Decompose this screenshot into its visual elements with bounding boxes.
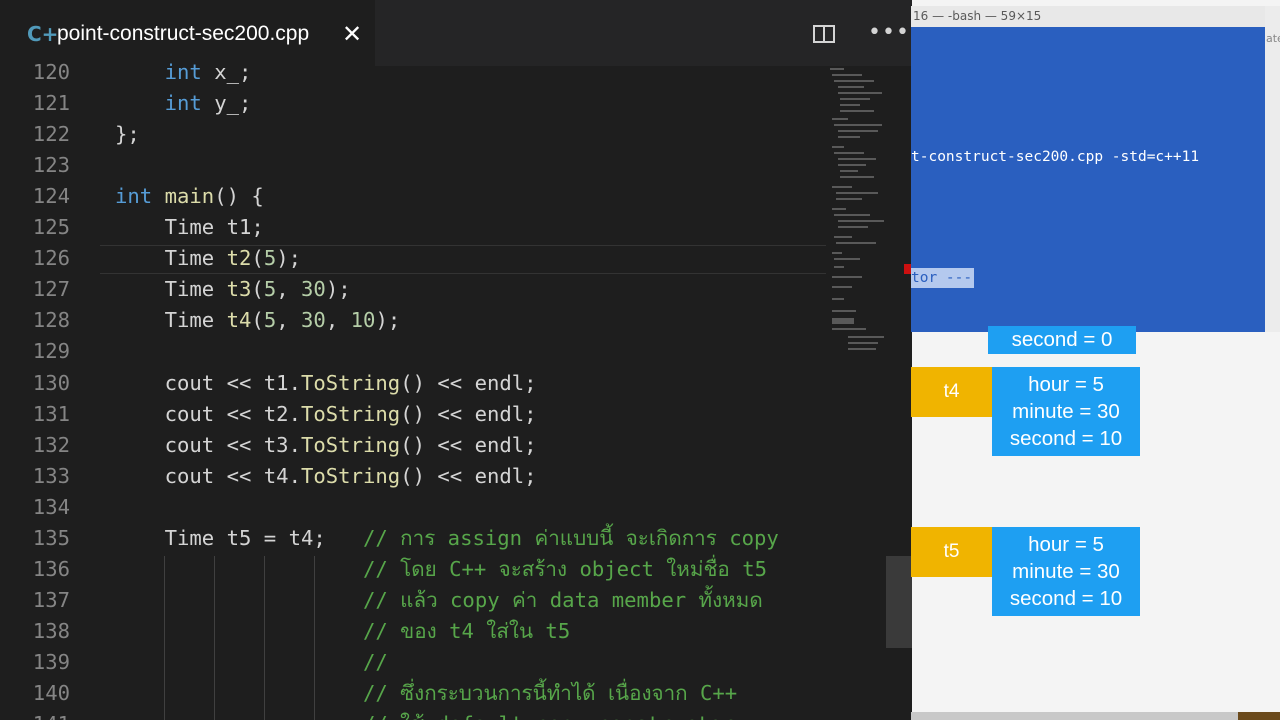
code-line[interactable]: 127 Time t3(5, 30);	[0, 274, 826, 305]
code-text: int main() {	[115, 184, 264, 209]
terminal-title-bar[interactable]: 16 — -bash — 59×15	[911, 6, 1265, 27]
terminal-window[interactable]: 16 — -bash — 59×15 t-construct-sec200.cp…	[911, 6, 1265, 332]
code-text: int y_;	[164, 91, 252, 116]
scrollbar-thumb[interactable]	[886, 556, 912, 648]
code-line[interactable]: 138 // ของ t4 ใส่ใน t5	[0, 616, 826, 647]
line-number: 128	[32, 308, 70, 333]
code-line[interactable]: 120 int x_;	[0, 57, 826, 88]
cpp-file-icon: C+	[27, 22, 59, 46]
background-window-text: ate	[1266, 32, 1280, 45]
code-text: //	[362, 649, 388, 674]
code-text: Time t4(5, 30, 10);	[115, 308, 401, 333]
more-actions-icon[interactable]: •••	[868, 20, 910, 45]
line-number: 120	[32, 60, 70, 84]
code-line[interactable]: 132 cout << t3.ToString() << endl;	[0, 430, 826, 461]
line-number: 138	[32, 618, 70, 643]
bottom-window-edge	[911, 712, 1280, 720]
code-line[interactable]: 134	[0, 492, 826, 523]
terminal-selected-text[interactable]: tor ---	[911, 268, 975, 288]
code-line[interactable]: 141 // ใช้ default copy constructor	[0, 709, 826, 720]
line-number: 136	[32, 556, 70, 581]
t4-values-box: hour = 5 minute = 30 second = 10	[992, 367, 1140, 456]
line-number: 139	[32, 649, 70, 674]
background-window-edge	[1265, 6, 1280, 332]
line-number: 141	[0, 709, 70, 720]
minimap[interactable]	[828, 66, 888, 366]
code-text: };	[115, 122, 140, 147]
code-line[interactable]: 130 cout << t1.ToString() << endl;	[0, 368, 826, 399]
t5-second: second = 10	[1009, 587, 1123, 610]
t5-hour: hour = 5	[1028, 533, 1104, 556]
tab-title: point-construct-sec200.cpp	[57, 22, 310, 45]
code-text: // แล้ว copy ค่า data member ทั้งหมด	[362, 587, 763, 612]
indent-guide	[214, 556, 215, 720]
code-line[interactable]: 131 cout << t2.ToString() << endl;	[0, 399, 826, 430]
code-text: // ซึ่งกระบวนการนี้ทำได้ เนื่องจาก C++	[362, 681, 738, 705]
line-number: 137	[32, 587, 70, 612]
code-text: cout << t4.ToString() << endl;	[115, 463, 537, 488]
t5-minute: minute = 30	[1012, 560, 1120, 583]
code-line[interactable]: 125 Time t1;	[0, 212, 826, 243]
line-number: 130	[32, 370, 70, 395]
code-editor[interactable]: C+ point-construct-sec200.cpp ✕ ••• 120 …	[0, 0, 912, 720]
line-number: 135	[32, 525, 70, 550]
code-text: // โดย C++ จะสร้าง object ใหม่ชื่อ t5	[362, 556, 767, 581]
code-line[interactable]: 128 Time t4(5, 30, 10);	[0, 305, 826, 336]
line-number: 121	[32, 91, 70, 116]
terminal-cursor	[904, 264, 911, 274]
code-line[interactable]: 123	[0, 150, 826, 181]
code-line[interactable]: 126 Time t2(5);	[0, 243, 826, 274]
t5-values-box: hour = 5 minute = 30 second = 10	[992, 527, 1140, 616]
code-text: Time t1;	[115, 215, 264, 240]
code-line[interactable]: 129	[0, 336, 826, 367]
line-number: 127	[32, 277, 70, 302]
code-text: Time t3(5, 30);	[115, 277, 351, 302]
code-text: Time t2(5);	[115, 246, 302, 271]
indent-guide	[164, 556, 165, 720]
line-number: 122	[32, 122, 70, 147]
code-text: cout << t1.ToString() << endl;	[115, 370, 537, 395]
line-number: 132	[32, 432, 70, 457]
terminal-command-line: t-construct-sec200.cpp -std=c++11	[911, 149, 1200, 165]
t4-label: t4	[911, 367, 992, 417]
line-number: 126	[32, 246, 70, 271]
bottom-window-edge-dark	[1238, 712, 1280, 720]
t4-minute: minute = 30	[1012, 400, 1120, 423]
split-editor-icon[interactable]	[813, 25, 835, 43]
code-text: int x_;	[164, 60, 252, 84]
code-line[interactable]: 136 // โดย C++ จะสร้าง object ใหม่ชื่อ t…	[0, 554, 826, 585]
t5-label: t5	[911, 527, 992, 577]
line-number: 134	[32, 494, 70, 519]
line-number: 124	[32, 184, 70, 209]
line-number: 125	[32, 215, 70, 240]
code-line[interactable]: 133 cout << t4.ToString() << endl;	[0, 461, 826, 492]
code-text: // ใช้ default copy constructor	[115, 709, 734, 720]
code-line[interactable]: 124 int main() {	[0, 181, 826, 212]
line-number: 140	[32, 681, 70, 705]
indent-guide	[264, 556, 265, 720]
indent-guide	[314, 556, 315, 720]
t3-second-box: second = 0	[988, 326, 1136, 354]
t3-second-value: second = 0	[1011, 328, 1113, 351]
t4-hour: hour = 5	[1028, 373, 1104, 396]
code-line[interactable]: 135 Time t5 = t4; // การ assign ค่าแบบนี…	[0, 523, 826, 554]
line-number: 123	[32, 153, 70, 178]
code-line[interactable]: 140 // ซึ่งกระบวนการนี้ทำได้ เนื่องจาก C…	[0, 678, 826, 709]
code-line[interactable]: 137 // แล้ว copy ค่า data member ทั้งหมด	[0, 585, 826, 616]
close-icon[interactable]: ✕	[342, 20, 362, 48]
code-line[interactable]: 139 //	[0, 647, 826, 678]
code-text: Time t5 = t4; // การ assign ค่าแบบนี้ จะ…	[115, 525, 779, 550]
terminal-title: 16 — -bash — 59×15	[913, 9, 1042, 23]
code-text: cout << t3.ToString() << endl;	[115, 432, 537, 457]
code-text: // ของ t4 ใส่ใน t5	[362, 618, 571, 643]
code-text: cout << t2.ToString() << endl;	[115, 401, 537, 426]
line-number: 131	[32, 401, 70, 426]
code-line[interactable]: 122};	[0, 119, 826, 150]
line-number: 133	[32, 463, 70, 488]
t4-second: second = 10	[1009, 427, 1123, 450]
line-number: 129	[32, 339, 70, 364]
code-line[interactable]: 121 int y_;	[0, 88, 826, 119]
